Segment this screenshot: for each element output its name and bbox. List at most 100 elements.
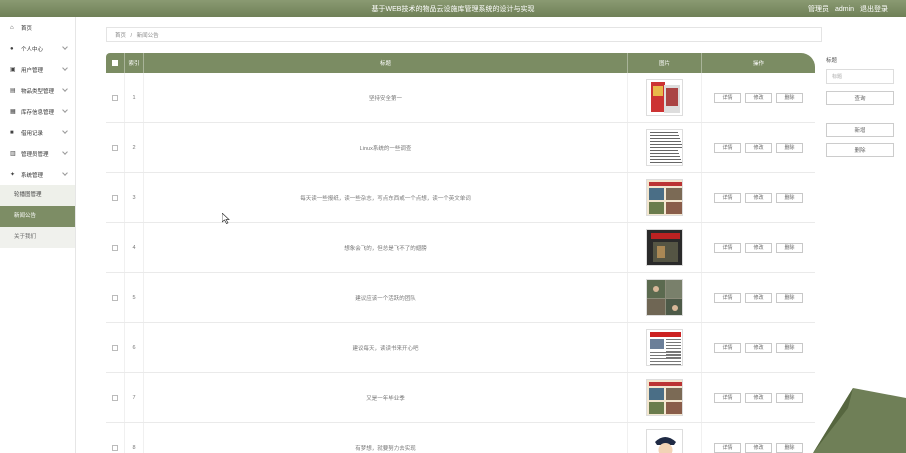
batch-delete-button[interactable]: 删除	[826, 143, 894, 157]
delete-button[interactable]: 删除	[776, 242, 803, 253]
user-role: 管理员	[808, 6, 830, 13]
select-all-checkbox[interactable]	[112, 60, 118, 66]
grid-icon: ▦	[10, 109, 16, 115]
table-row: 6 建议每天，读读书来开心吧 详情 修改 删除	[106, 323, 815, 373]
row-checkbox[interactable]	[112, 144, 118, 151]
sidebar-item[interactable]: ● 个人中心	[0, 38, 75, 59]
delete-button[interactable]: 删除	[776, 292, 803, 303]
detail-button[interactable]: 详情	[714, 292, 741, 303]
edit-button[interactable]: 修改	[745, 192, 772, 203]
delete-button[interactable]: 删除	[776, 92, 803, 103]
chevron-down-icon	[62, 86, 68, 92]
detail-button[interactable]: 详情	[714, 192, 741, 203]
detail-button[interactable]: 详情	[714, 342, 741, 353]
table-row: 4 想象会飞的，但总是飞不了的翅膀 详情 修改 删除	[106, 223, 815, 273]
breadcrumb-home[interactable]: 首页	[115, 33, 126, 39]
chevron-down-icon	[62, 65, 68, 71]
submenu-item[interactable]: 新闻公告	[0, 206, 75, 227]
search-input[interactable]: 标题	[826, 69, 894, 84]
row-title: Linux系统的一些调查	[144, 123, 628, 172]
row-checkbox[interactable]	[112, 444, 118, 451]
sidebar-submenu: 轮播图管理 新闻公告 关于我们	[0, 185, 75, 248]
sidebar-item[interactable]: ▣ 用户管理	[0, 59, 75, 80]
user-group-icon: ▣	[10, 67, 16, 73]
row-title: 又是一年毕业季	[144, 373, 628, 422]
sidebar-item[interactable]: ✦ 系统管理	[0, 164, 75, 185]
sidebar-item[interactable]: ⌂ 首页	[0, 17, 75, 38]
gear-icon: ✦	[10, 172, 16, 178]
search-button[interactable]: 查询	[826, 91, 894, 105]
chevron-down-icon	[62, 149, 68, 155]
delete-button[interactable]: 删除	[776, 342, 803, 353]
submenu-item[interactable]: 关于我们	[0, 227, 75, 248]
row-index: 2	[125, 123, 144, 172]
news-table: 索引 标题 图片 操作 1 坚持安全第一 详情 修改 删除 2 Linux系统的一些调查 详情…	[106, 53, 815, 453]
row-actions: 详情 修改 删除	[702, 373, 815, 422]
table-row: 8 有梦想，就要努力去实现 详情 修改 删除	[106, 423, 815, 453]
category-icon: ▤	[10, 88, 16, 94]
row-actions: 详情 修改 删除	[702, 223, 815, 272]
add-button[interactable]: 新增	[826, 123, 894, 137]
table-body: 1 坚持安全第一 详情 修改 删除 2 Linux系统的一些调查 详情 修改 删除 3 每天读一些报纸…	[106, 73, 815, 453]
delete-button[interactable]: 删除	[776, 392, 803, 403]
search-panel: 标题 标题 查询 新增 删除	[826, 56, 896, 163]
row-checkbox[interactable]	[112, 244, 118, 251]
search-label: 标题	[826, 58, 838, 64]
table-row: 2 Linux系统的一些调查 详情 修改 删除	[106, 123, 815, 173]
row-thumbnail	[646, 279, 683, 316]
sidebar-item[interactable]: ▤ 物品类型管理	[0, 80, 75, 101]
row-checkbox[interactable]	[112, 294, 118, 301]
select-all-cell	[106, 53, 125, 73]
row-checkbox[interactable]	[112, 94, 118, 101]
sidebar-item-label: 用户管理	[21, 67, 44, 74]
header-ops: 操作	[752, 61, 764, 67]
sidebar-item-label: 系统管理	[21, 172, 44, 179]
sidebar-item[interactable]: ■ 借用记录	[0, 122, 75, 143]
chevron-down-icon	[62, 44, 68, 50]
edit-button[interactable]: 修改	[745, 392, 772, 403]
row-checkbox[interactable]	[112, 394, 118, 401]
sidebar-item[interactable]: ▥ 管理员管理	[0, 143, 75, 164]
row-thumbnail	[646, 79, 683, 116]
header-image: 图片	[628, 53, 702, 73]
row-checkbox-cell	[106, 223, 125, 272]
row-index: 4	[125, 223, 144, 272]
row-actions: 详情 修改 删除	[702, 273, 815, 322]
header-title: 标题	[144, 53, 628, 73]
table-header: 索引 标题 图片 操作	[106, 53, 815, 73]
row-checkbox[interactable]	[112, 344, 118, 351]
delete-button[interactable]: 删除	[776, 192, 803, 203]
sidebar-item-label: 首页	[21, 25, 33, 32]
detail-button[interactable]: 详情	[714, 442, 741, 453]
decorative-triangle	[813, 388, 906, 453]
detail-button[interactable]: 详情	[714, 392, 741, 403]
row-thumbnail	[646, 379, 683, 416]
detail-button[interactable]: 详情	[714, 142, 741, 153]
row-image-cell	[628, 273, 702, 322]
breadcrumb-current: 新闻公告	[136, 33, 159, 39]
edit-button[interactable]: 修改	[745, 292, 772, 303]
delete-button[interactable]: 删除	[776, 142, 803, 153]
table-row: 3 每天读一些报纸，读一些杂志，写点东西或一个点想，读一个英文单词 详情 修改 删除	[106, 173, 815, 223]
edit-button[interactable]: 修改	[745, 92, 772, 103]
row-actions: 详情 修改 删除	[702, 323, 815, 372]
row-thumbnail	[646, 429, 683, 453]
row-checkbox[interactable]	[112, 194, 118, 201]
sidebar-item[interactable]: ▦ 库存信息管理	[0, 101, 75, 122]
record-icon: ■	[10, 129, 14, 136]
row-title: 想象会飞的，但总是飞不了的翅膀	[144, 223, 628, 272]
chevron-down-icon	[62, 170, 68, 176]
row-thumbnail	[646, 129, 683, 166]
logout-link[interactable]: 退出登录	[860, 6, 888, 13]
submenu-item[interactable]: 轮播图管理	[0, 185, 75, 206]
row-index: 7	[125, 373, 144, 422]
edit-button[interactable]: 修改	[745, 342, 772, 353]
edit-button[interactable]: 修改	[745, 242, 772, 253]
detail-button[interactable]: 详情	[714, 92, 741, 103]
delete-button[interactable]: 删除	[776, 442, 803, 453]
edit-button[interactable]: 修改	[745, 142, 772, 153]
detail-button[interactable]: 详情	[714, 242, 741, 253]
edit-button[interactable]: 修改	[745, 442, 772, 453]
user-name: admin	[834, 6, 855, 13]
table-row: 7 又是一年毕业季 详情 修改 删除	[106, 373, 815, 423]
